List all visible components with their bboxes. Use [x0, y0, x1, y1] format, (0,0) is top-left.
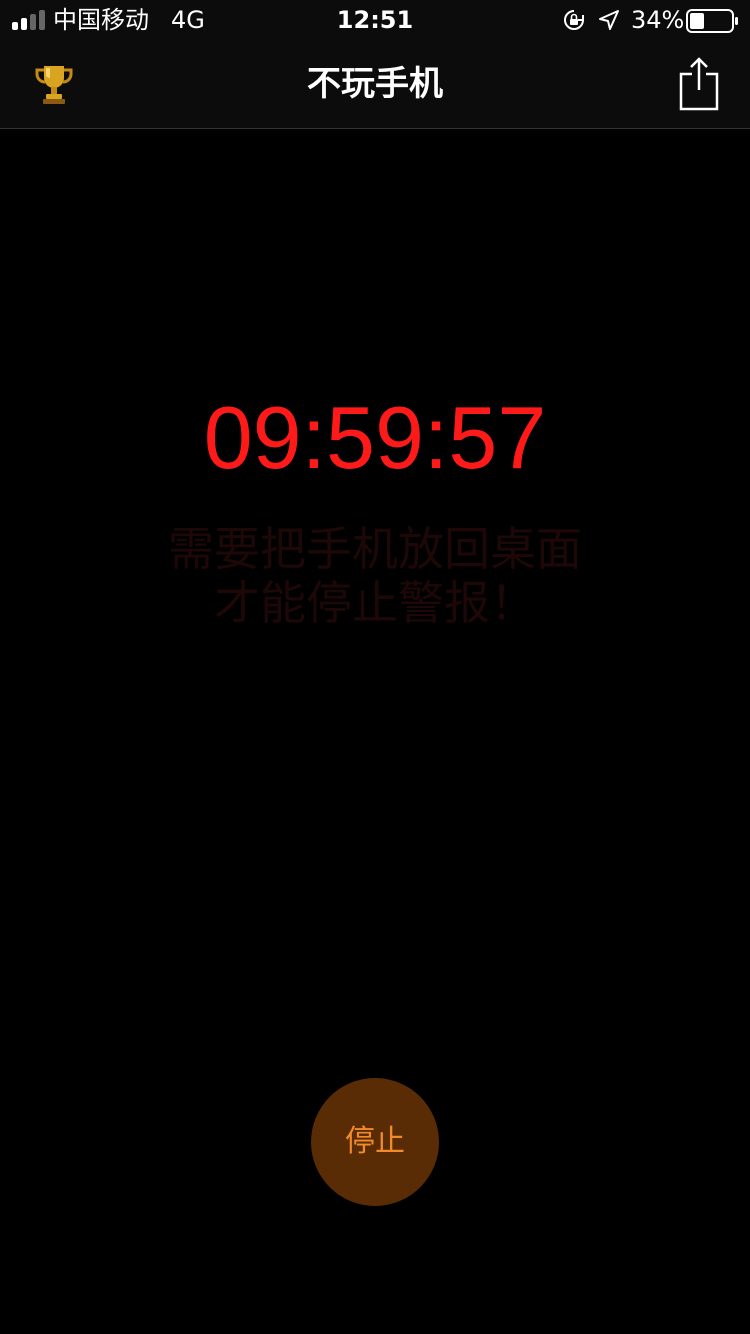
battery-icon — [686, 9, 738, 33]
rotation-lock-icon — [564, 10, 584, 30]
alarm-hint-text: 需要把手机放回桌面 才能停止警报！ — [0, 522, 750, 630]
page-title: 不玩手机 — [307, 64, 443, 104]
location-arrow-icon — [599, 10, 619, 30]
countdown-timer: 09:59:57 — [203, 388, 547, 487]
share-icon[interactable] — [676, 56, 722, 112]
navigation-bar: 不玩手机 — [0, 40, 750, 129]
status-bar: 中国移动 4G 12:51 34% — [0, 0, 750, 40]
battery-percentage: 34% — [631, 6, 685, 34]
hint-line-1: 需要把手机放回桌面 — [168, 522, 582, 576]
stop-button[interactable]: 停止 — [311, 1078, 439, 1206]
hint-line-2: 才能停止警报！ — [214, 576, 536, 630]
